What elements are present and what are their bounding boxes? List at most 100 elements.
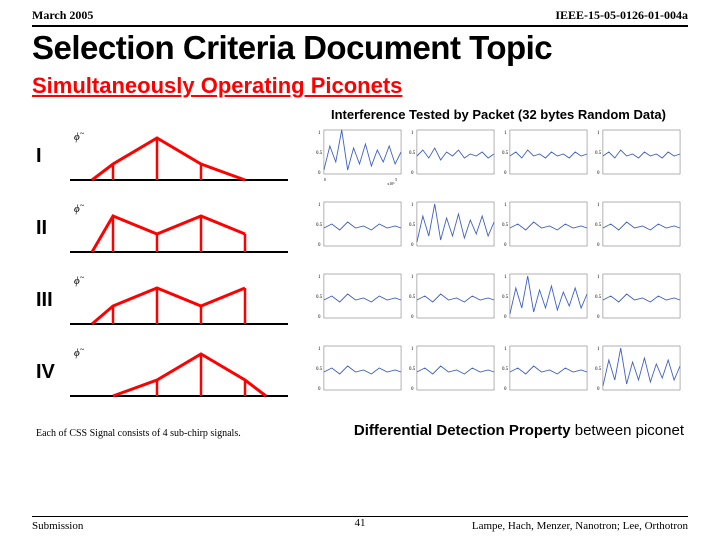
svg-text:0: 0 [411,387,414,392]
svg-text:0: 0 [411,171,414,176]
spectrum-cell: 10.50 [502,270,591,330]
svg-text:~: ~ [80,129,85,138]
svg-text:~: ~ [80,345,85,354]
svg-text:0.5: 0.5 [502,151,509,156]
svg-text:0.5: 0.5 [595,295,602,300]
spectrum-cell: 10.50 [595,126,684,186]
svg-text:0.5: 0.5 [595,223,602,228]
header: March 2005 IEEE-15-05-0126-01-004a [32,0,688,27]
svg-text:~: ~ [80,273,85,282]
plot-row-3: III ϕ ~ 10.50 10.50 10.50 [36,268,684,332]
spectrum-cell: 10.50 [502,198,591,258]
svg-text:1: 1 [597,203,600,208]
svg-text:0.5: 0.5 [595,367,602,372]
svg-text:1: 1 [597,131,600,136]
svg-text:~: ~ [80,201,85,210]
css-signal-plot-1: ϕ ~ [70,126,288,186]
left-caption: Each of CSS Signal consists of 4 sub-chi… [36,428,241,439]
svg-text:5: 5 [395,177,397,182]
spectrum-cell: 10.50 [316,198,405,258]
right-caption: Differential Detection Property between … [354,422,684,439]
row-label: I [36,145,62,168]
spectrum-cell: 10.50 [595,270,684,330]
spectrum-cell: 10.50 [502,126,591,186]
row-label: III [36,289,62,312]
header-doc-id: IEEE-15-05-0126-01-004a [555,8,688,23]
svg-text:0.5: 0.5 [316,367,323,372]
spectrum-cell: 10.50 [409,342,498,402]
spectrum-row-3: 10.50 10.50 10.50 10.50 [316,270,684,330]
spectrum-cell: 10.50 [409,270,498,330]
spectrum-cell: 10.50 [595,342,684,402]
svg-text:0.5: 0.5 [409,295,416,300]
svg-text:0.5: 0.5 [316,151,323,156]
svg-text:0: 0 [597,315,600,320]
spectrum-row-1: 10.50 05x10⁶ 10.50 10.50 [316,126,684,186]
svg-text:x10⁶: x10⁶ [387,181,395,186]
captions-row: Each of CSS Signal consists of 4 sub-chi… [0,404,720,445]
row-label: II [36,217,62,240]
page-subtitle: Simultaneously Operating Piconets [0,73,720,103]
svg-text:0: 0 [411,243,414,248]
svg-text:1: 1 [411,203,414,208]
spectrum-row-2: 10.50 10.50 10.50 10.50 [316,198,684,258]
svg-text:0: 0 [318,171,321,176]
svg-text:0: 0 [597,243,600,248]
plot-row-2: II ϕ ~ 10.50 10.50 10.50 [36,196,684,260]
svg-text:1: 1 [597,275,600,280]
svg-text:1: 1 [318,203,321,208]
svg-text:0.5: 0.5 [316,223,323,228]
svg-text:0: 0 [597,387,600,392]
page-title: Selection Criteria Document Topic [0,27,720,73]
plot-row-4: IV ϕ ~ 10.50 10.50 10.50 10.5 [36,340,684,404]
svg-text:0: 0 [504,243,507,248]
plots-area: I ϕ ~ 10.50 05x10⁶ [0,124,720,404]
test-label: Interference Tested by Packet (32 bytes … [0,107,720,122]
svg-text:1: 1 [318,275,321,280]
spectrum-cell: 10.50 [502,342,591,402]
svg-text:0: 0 [504,387,507,392]
svg-text:1: 1 [504,275,507,280]
svg-text:0: 0 [318,387,321,392]
spectrum-cell: 10.50 [316,270,405,330]
svg-text:0: 0 [318,315,321,320]
spectrum-row-4: 10.50 10.50 10.50 10.50 [316,342,684,402]
svg-text:0: 0 [411,315,414,320]
svg-text:0.5: 0.5 [409,367,416,372]
svg-text:1: 1 [597,347,600,352]
svg-text:1: 1 [318,131,321,136]
css-signal-plot-3: ϕ ~ [70,270,288,330]
footer: Submission Lampe, Hach, Menzer, Nanotron… [32,516,688,532]
svg-text:0.5: 0.5 [502,295,509,300]
right-caption-rest: between piconet [571,422,684,439]
svg-text:1: 1 [411,347,414,352]
svg-text:1: 1 [504,131,507,136]
spectrum-cell: 10.50 [595,198,684,258]
right-caption-bold: Differential Detection Property [354,422,571,439]
svg-text:0.5: 0.5 [502,367,509,372]
footer-submission: Submission [32,520,83,532]
footer-authors: Lampe, Hach, Menzer, Nanotron; Lee, Orth… [472,520,688,532]
spectrum-cell: 10.50 [409,198,498,258]
svg-text:0.5: 0.5 [409,151,416,156]
svg-text:0.5: 0.5 [316,295,323,300]
svg-text:0: 0 [324,177,326,182]
svg-text:0: 0 [318,243,321,248]
svg-text:1: 1 [411,275,414,280]
svg-text:1: 1 [411,131,414,136]
header-date: March 2005 [32,8,93,23]
svg-text:0.5: 0.5 [502,223,509,228]
svg-text:1: 1 [504,203,507,208]
svg-text:0.5: 0.5 [409,223,416,228]
svg-text:1: 1 [318,347,321,352]
spectrum-cell: 10.50 [409,126,498,186]
svg-text:0: 0 [597,171,600,176]
row-label: IV [36,361,62,384]
svg-text:1: 1 [504,347,507,352]
spectrum-cell: 1 0.5 0 0 5x10⁶ [316,126,405,186]
svg-text:0: 0 [504,171,507,176]
svg-text:0: 0 [504,315,507,320]
plot-row-1: I ϕ ~ 10.50 05x10⁶ [36,124,684,188]
css-signal-plot-2: ϕ ~ [70,198,288,258]
svg-text:0.5: 0.5 [595,151,602,156]
